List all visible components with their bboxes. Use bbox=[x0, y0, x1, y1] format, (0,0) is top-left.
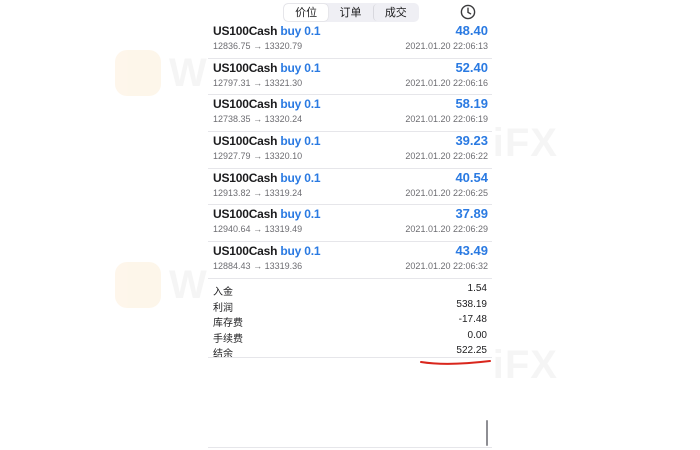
deal-profit: 48.40 bbox=[455, 23, 488, 38]
deal-profit: 37.89 bbox=[455, 206, 488, 222]
arrow-right-icon: → bbox=[253, 224, 263, 235]
deal-row[interactable]: US100Cash buy 0.1 37.89 12940.64 → 13319.4… bbox=[208, 205, 492, 243]
summary-value: 0.00 bbox=[467, 329, 487, 341]
deal-symbol: US100Cash buy 0.1 bbox=[213, 244, 321, 259]
symbol-label: US100Cash bbox=[213, 244, 278, 259]
side-label: buy 0.1 bbox=[280, 244, 321, 259]
deal-row[interactable]: US100Cash buy 0.1 52.40 12797.31 → 13321.3… bbox=[208, 59, 492, 96]
close-price: 13319.36 bbox=[264, 261, 303, 272]
summary-label: 库存费 bbox=[213, 318, 243, 330]
side-label: buy 0.1 bbox=[280, 134, 321, 149]
watermark-logo-icon bbox=[115, 262, 161, 308]
deals-list: US100Cash buy 0.1 48.40 12836.75 → 13320.7… bbox=[208, 22, 492, 279]
deal-symbol: US100Cash buy 0.1 bbox=[213, 134, 321, 149]
open-price: 12797.31 bbox=[213, 77, 251, 88]
summary-row: 手续费 0.00 bbox=[208, 330, 492, 346]
symbol-label: US100Cash bbox=[213, 24, 278, 38]
side-label: buy 0.1 bbox=[280, 207, 321, 222]
deal-time: 2021.01.20 22:06:19 bbox=[405, 114, 488, 125]
deal-prices: 12913.82 → 13319.24 bbox=[213, 188, 302, 198]
open-price: 12738.35 bbox=[213, 114, 251, 125]
side-label: buy 0.1 bbox=[280, 24, 321, 38]
scrollbar[interactable] bbox=[486, 420, 488, 446]
close-price: 13319.49 bbox=[264, 224, 303, 235]
red-underline-annotation bbox=[420, 360, 491, 365]
deal-symbol: US100Cash buy 0.1 bbox=[213, 24, 321, 38]
side-label: buy 0.1 bbox=[280, 97, 321, 112]
arrow-right-icon: → bbox=[253, 187, 263, 198]
close-price: 13320.79 bbox=[264, 41, 303, 51]
deal-profit: 39.23 bbox=[455, 133, 488, 149]
deal-prices: 12940.64 → 13319.49 bbox=[213, 224, 302, 234]
summary-row: 利润 538.19 bbox=[208, 299, 492, 315]
summary-label: 结余 bbox=[213, 349, 233, 361]
tab-prices[interactable]: 价位 bbox=[284, 4, 329, 21]
deal-row[interactable]: US100Cash buy 0.1 43.49 12884.43 → 13319.3… bbox=[208, 242, 492, 279]
deal-row[interactable]: US100Cash buy 0.1 40.54 12913.82 → 13319.2… bbox=[208, 169, 492, 206]
deal-time: 2021.01.20 22:06:16 bbox=[405, 77, 488, 88]
symbol-label: US100Cash bbox=[213, 97, 278, 112]
history-panel: 价位 订单 成交 US100Cash buy 0.1 48.40 12836.75 … bbox=[208, 0, 492, 450]
deal-symbol: US100Cash buy 0.1 bbox=[213, 170, 321, 185]
deal-profit: 58.19 bbox=[455, 96, 488, 112]
open-price: 12940.64 bbox=[213, 224, 251, 235]
arrow-right-icon: → bbox=[253, 261, 263, 272]
close-price: 13319.24 bbox=[264, 187, 303, 198]
deal-prices: 12884.43 → 13319.36 bbox=[213, 261, 302, 271]
watermark-logo-icon bbox=[115, 50, 161, 96]
deal-symbol: US100Cash buy 0.1 bbox=[213, 97, 321, 112]
deal-time: 2021.01.20 22:06:13 bbox=[405, 41, 488, 51]
deal-symbol: US100Cash buy 0.1 bbox=[213, 207, 321, 222]
clock-icon[interactable] bbox=[460, 4, 476, 20]
close-price: 13321.30 bbox=[264, 77, 303, 88]
deal-time: 2021.01.20 22:06:32 bbox=[405, 261, 488, 272]
open-price: 12884.43 bbox=[213, 261, 251, 272]
arrow-right-icon: → bbox=[253, 151, 263, 162]
deal-row[interactable]: US100Cash buy 0.1 58.19 12738.35 → 13320.2… bbox=[208, 95, 492, 133]
symbol-label: US100Cash bbox=[213, 207, 278, 222]
arrow-right-icon: → bbox=[253, 77, 263, 88]
deal-profit: 52.40 bbox=[455, 59, 488, 75]
summary-label: 利润 bbox=[213, 302, 233, 314]
summary-value: -17.48 bbox=[458, 314, 487, 326]
deal-symbol: US100Cash buy 0.1 bbox=[213, 60, 321, 75]
close-price: 13320.10 bbox=[264, 151, 303, 162]
deal-prices: 12927.79 → 13320.10 bbox=[213, 151, 302, 161]
deal-row[interactable]: US100Cash buy 0.1 39.23 12927.79 → 13320.1… bbox=[208, 132, 492, 169]
tab-deals[interactable]: 成交 bbox=[372, 4, 418, 21]
summary-row: 库存费 -17.48 bbox=[208, 314, 492, 330]
deal-prices: 12836.75 → 13320.79 bbox=[213, 41, 302, 51]
side-label: buy 0.1 bbox=[280, 60, 321, 75]
deal-time: 2021.01.20 22:06:25 bbox=[405, 187, 488, 198]
symbol-label: US100Cash bbox=[213, 170, 278, 185]
summary-value: 1.54 bbox=[467, 283, 487, 294]
summary-value: 538.19 bbox=[456, 298, 487, 310]
deal-row[interactable]: US100Cash buy 0.1 48.40 12836.75 → 13320.7… bbox=[208, 22, 492, 59]
symbol-label: US100Cash bbox=[213, 134, 278, 149]
symbol-label: US100Cash bbox=[213, 60, 278, 75]
deal-time: 2021.01.20 22:06:29 bbox=[405, 224, 488, 235]
summary-label: 手续费 bbox=[213, 333, 243, 345]
deal-profit: 40.54 bbox=[455, 169, 488, 185]
open-price: 12927.79 bbox=[213, 151, 251, 162]
deal-prices: 12797.31 → 13321.30 bbox=[213, 78, 302, 88]
summary-value: 522.25 bbox=[456, 345, 487, 357]
summary-row: 入金 1.54 bbox=[208, 283, 492, 299]
segmented-tabs: 价位 订单 成交 bbox=[283, 3, 419, 22]
arrow-right-icon: → bbox=[253, 41, 263, 51]
tab-orders[interactable]: 订单 bbox=[328, 4, 372, 21]
summary: 入金 1.54 利润 538.19 库存费 -17.48 手续费 0.00 结余 522.25 bbox=[208, 283, 492, 361]
close-price: 13320.24 bbox=[264, 114, 303, 125]
summary-label: 入金 bbox=[213, 287, 233, 298]
divider bbox=[208, 447, 492, 448]
deal-time: 2021.01.20 22:06:22 bbox=[405, 151, 488, 162]
open-price: 12836.75 bbox=[213, 41, 251, 51]
side-label: buy 0.1 bbox=[280, 170, 321, 185]
open-price: 12913.82 bbox=[213, 187, 251, 198]
deal-profit: 43.49 bbox=[455, 243, 488, 259]
arrow-right-icon: → bbox=[253, 114, 263, 125]
deal-prices: 12738.35 → 13320.24 bbox=[213, 114, 302, 124]
